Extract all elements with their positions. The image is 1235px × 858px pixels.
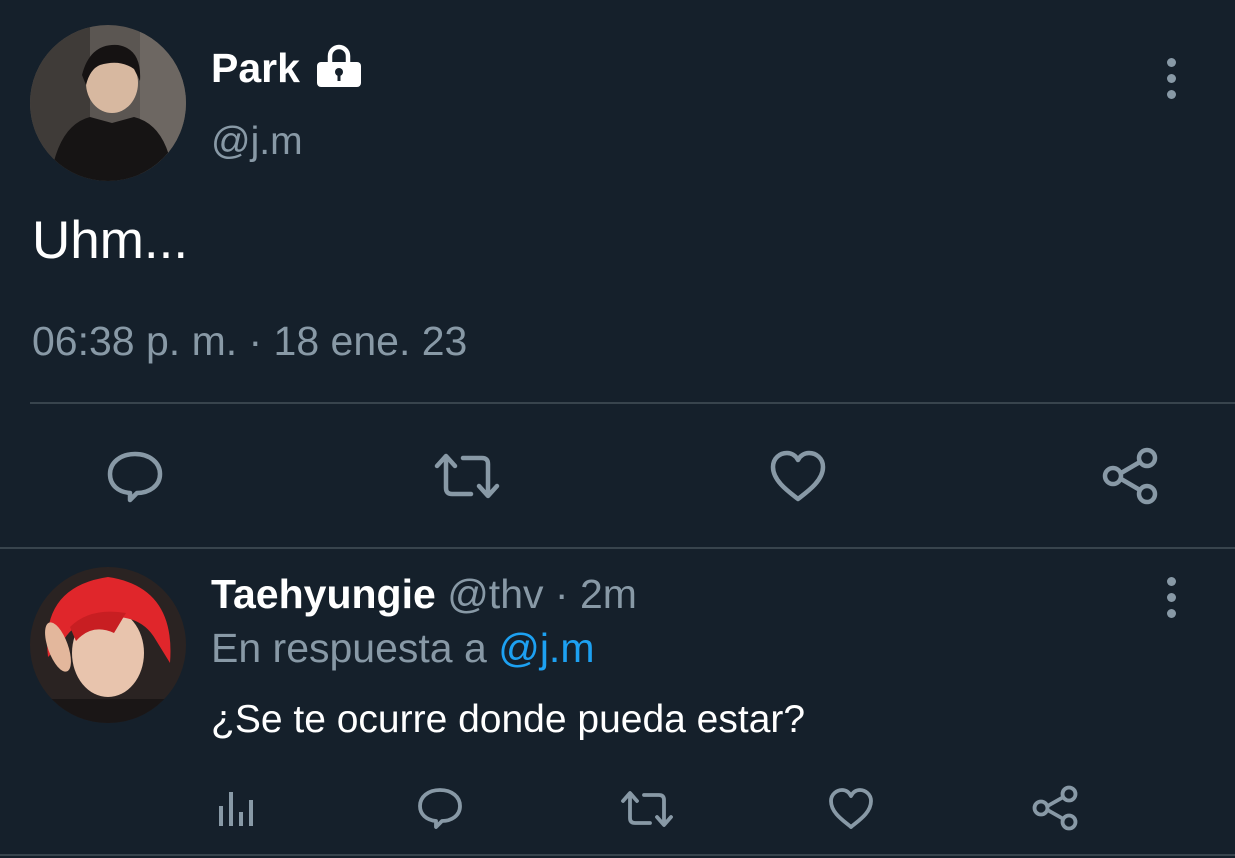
reply-to-link[interactable]: @j.m	[498, 625, 594, 671]
reply-handle[interactable]: @thv	[447, 571, 543, 617]
reply-more-icon[interactable]	[1165, 577, 1177, 625]
reply-retweet-icon[interactable]	[620, 790, 674, 828]
main-tweet-text: Uhm...	[32, 211, 189, 270]
share-icon[interactable]	[1100, 447, 1160, 505]
main-more-icon[interactable]	[1165, 58, 1177, 106]
reply-time[interactable]: 2m	[580, 571, 637, 617]
analytics-icon[interactable]	[216, 788, 256, 828]
avatar-park[interactable]	[30, 25, 186, 181]
divider-bottom	[0, 547, 1235, 549]
main-handle[interactable]: @j.m	[211, 120, 303, 164]
like-icon[interactable]	[769, 449, 827, 503]
main-display-name[interactable]: Park	[211, 44, 300, 92]
avatar-park-image	[30, 25, 186, 181]
reply-context: En respuesta a @j.m	[211, 625, 594, 671]
divider-end	[0, 854, 1235, 856]
main-timestamp[interactable]: 06:38 p. m. · 18 ene. 23	[32, 318, 467, 364]
reply-reply-icon[interactable]	[417, 787, 463, 831]
avatar-taehyungie-image	[30, 567, 186, 723]
reply-display-name[interactable]: Taehyungie	[211, 571, 436, 617]
reply-prefix: En respuesta a	[211, 625, 487, 671]
retweet-icon[interactable]	[433, 452, 501, 500]
reply-tweet-text: ¿Se te ocurre donde pueda estar?	[211, 698, 806, 741]
divider-top	[30, 402, 1235, 404]
reply-time-separator: ·	[554, 571, 569, 617]
lock-icon	[317, 43, 361, 87]
reply-like-icon[interactable]	[828, 787, 874, 831]
reply-icon[interactable]	[106, 450, 164, 504]
avatar-taehyungie[interactable]	[30, 567, 186, 723]
reply-header: Taehyungie @thv · 2m	[211, 571, 637, 617]
reply-share-icon[interactable]	[1031, 785, 1079, 831]
